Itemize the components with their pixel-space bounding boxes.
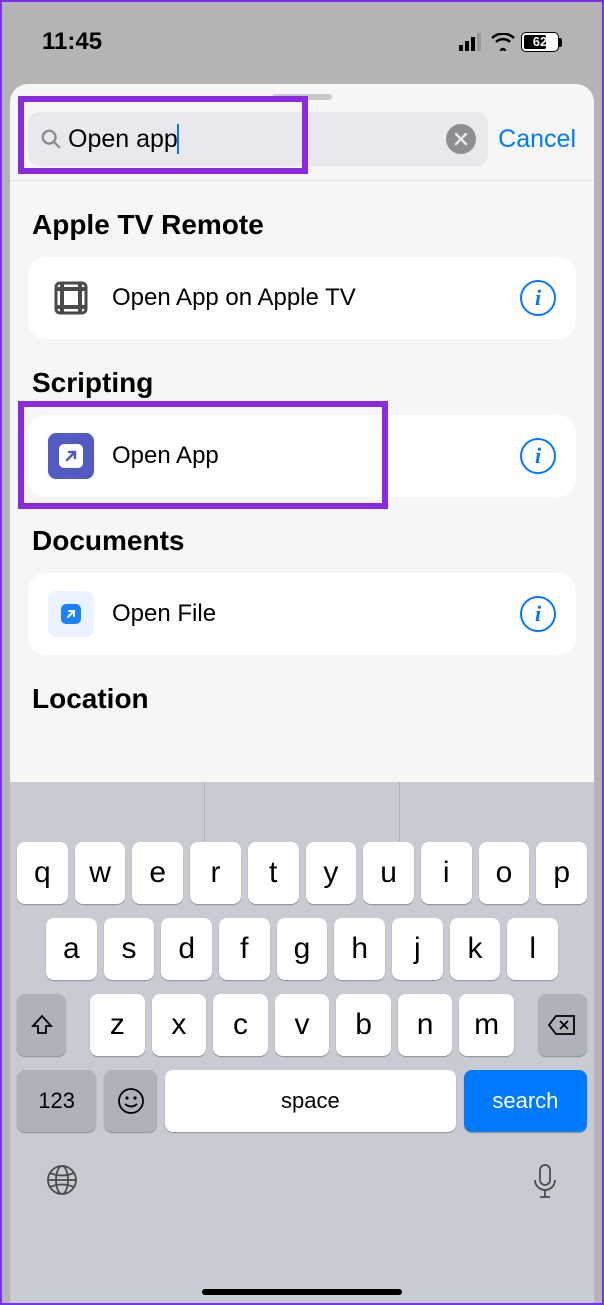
key-q[interactable]: q (17, 842, 68, 904)
battery-icon: 62 (521, 32, 562, 52)
key-y[interactable]: y (306, 842, 357, 904)
search-value: Open app (68, 125, 178, 154)
key-p[interactable]: p (536, 842, 587, 904)
keyboard-row-2: a s d f g h j k l (10, 918, 594, 980)
search-row: Open app Cancel (10, 106, 594, 180)
key-v[interactable]: v (275, 994, 330, 1056)
section-header-location: Location (32, 683, 576, 715)
key-c[interactable]: c (213, 994, 268, 1056)
key-m[interactable]: m (459, 994, 514, 1056)
action-search-sheet: Open app Cancel Apple TV Remote Open App… (10, 84, 594, 1303)
info-button[interactable]: i (520, 280, 556, 316)
search-icon (40, 128, 62, 150)
key-search[interactable]: search (464, 1070, 587, 1132)
key-shift[interactable] (17, 994, 66, 1056)
keyboard-bottom-row (10, 1162, 594, 1235)
wifi-icon (491, 33, 515, 51)
key-n[interactable]: n (398, 994, 453, 1056)
key-backspace[interactable] (538, 994, 587, 1056)
key-s[interactable]: s (104, 918, 155, 980)
status-time: 11:45 (42, 28, 102, 56)
key-i[interactable]: i (421, 842, 472, 904)
keyboard-row-1: q w e r t y u i o p (10, 842, 594, 904)
key-emoji[interactable] (104, 1070, 157, 1132)
key-a[interactable]: a (46, 918, 97, 980)
key-f[interactable]: f (219, 918, 270, 980)
cancel-button[interactable]: Cancel (498, 125, 576, 154)
action-open-file[interactable]: Open File i (28, 573, 576, 655)
section-header-documents: Documents (32, 525, 576, 557)
sheet-grabber[interactable] (272, 94, 332, 100)
key-x[interactable]: x (152, 994, 207, 1056)
key-u[interactable]: u (363, 842, 414, 904)
action-label: Open File (112, 600, 520, 628)
action-label: Open App on Apple TV (112, 284, 520, 312)
suggestion-bar[interactable] (10, 782, 594, 842)
action-open-app[interactable]: Open App i (28, 415, 576, 497)
key-numbers[interactable]: 123 (17, 1070, 96, 1132)
info-button[interactable]: i (520, 438, 556, 474)
open-app-icon (48, 433, 94, 479)
keyboard-row-4: 123 space search (10, 1070, 594, 1132)
text-caret (177, 124, 179, 154)
emoji-icon (116, 1086, 146, 1116)
action-label: Open App (112, 442, 520, 470)
key-g[interactable]: g (277, 918, 328, 980)
shift-icon (30, 1013, 54, 1037)
status-indicators: 62 (459, 32, 562, 52)
key-k[interactable]: k (450, 918, 501, 980)
section-header-scripting: Scripting (32, 367, 576, 399)
key-w[interactable]: w (75, 842, 126, 904)
dictation-button[interactable] (530, 1162, 560, 1207)
keyboard: q w e r t y u i o p a s d f g h j k l (10, 782, 594, 1303)
search-field[interactable]: Open app (28, 112, 488, 166)
keyboard-row-3: z x c v b n m (10, 994, 594, 1056)
open-file-icon (48, 591, 94, 637)
microphone-icon (530, 1162, 560, 1202)
info-button[interactable]: i (520, 596, 556, 632)
key-l[interactable]: l (507, 918, 558, 980)
globe-button[interactable] (44, 1162, 80, 1207)
key-h[interactable]: h (334, 918, 385, 980)
home-indicator[interactable] (202, 1289, 402, 1295)
key-r[interactable]: r (190, 842, 241, 904)
status-bar: 11:45 62 (2, 2, 602, 82)
apple-tv-app-icon (48, 275, 94, 321)
section-header-apple-tv: Apple TV Remote (32, 209, 576, 241)
globe-icon (44, 1162, 80, 1198)
close-icon (454, 132, 468, 146)
cellular-icon (459, 33, 485, 51)
key-z[interactable]: z (90, 994, 145, 1056)
key-j[interactable]: j (392, 918, 443, 980)
clear-search-button[interactable] (446, 124, 476, 154)
key-t[interactable]: t (248, 842, 299, 904)
key-b[interactable]: b (336, 994, 391, 1056)
backspace-icon (547, 1014, 577, 1036)
key-space[interactable]: space (165, 1070, 456, 1132)
key-e[interactable]: e (132, 842, 183, 904)
key-o[interactable]: o (479, 842, 530, 904)
action-open-app-apple-tv[interactable]: Open App on Apple TV i (28, 257, 576, 339)
key-d[interactable]: d (161, 918, 212, 980)
